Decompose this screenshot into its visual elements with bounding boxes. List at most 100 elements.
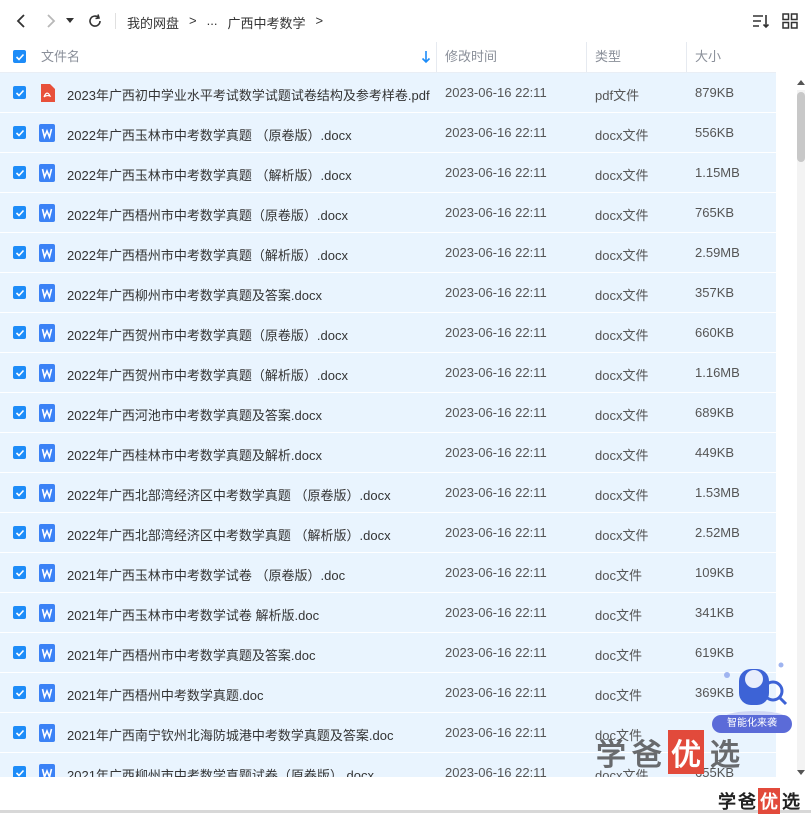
file-size: 449KB xyxy=(695,445,735,460)
word-icon xyxy=(39,404,55,422)
file-row-checkbox[interactable] xyxy=(13,526,26,539)
file-row[interactable]: 2022年广西柳州市中考数学真题及答案.docx 2023-06-16 22:11… xyxy=(0,273,776,313)
breadcrumb-item-root[interactable]: 我的网盘 xyxy=(127,13,179,32)
column-header-modified[interactable]: 修改时间 xyxy=(445,42,497,72)
sort-order-icon[interactable] xyxy=(751,11,771,31)
file-size: 357KB xyxy=(695,285,735,300)
file-row-checkbox[interactable] xyxy=(13,686,26,699)
file-row[interactable]: 2022年广西北部湾经济区中考数学真题 （原卷版）.docx 2023-06-16… xyxy=(0,473,776,513)
file-row-checkbox[interactable] xyxy=(13,406,26,419)
file-row-checkbox[interactable] xyxy=(13,286,26,299)
grid-view-icon[interactable] xyxy=(780,11,800,31)
file-row[interactable]: 2022年广西贺州市中考数学真题（解析版）.docx 2023-06-16 22:… xyxy=(0,353,776,393)
file-name: 2022年广西北部湾经济区中考数学真题 （解析版）.docx xyxy=(67,528,391,543)
file-modified-date: 2023-06-16 22:11 xyxy=(445,365,547,380)
file-row-checkbox[interactable] xyxy=(13,486,26,499)
file-type: doc文件 xyxy=(595,688,642,703)
file-type: docx文件 xyxy=(595,208,649,223)
file-row-checkbox[interactable] xyxy=(13,766,26,777)
back-icon[interactable] xyxy=(10,10,32,32)
file-modified-date: 2023-06-16 22:11 xyxy=(445,605,547,620)
file-row-checkbox[interactable] xyxy=(13,166,26,179)
word-icon xyxy=(39,164,55,182)
file-name: 2021年广西柳州市中考数学真题试卷（原卷版）.docx xyxy=(67,768,374,777)
file-row-checkbox[interactable] xyxy=(13,646,26,659)
scrollbar-thumb[interactable] xyxy=(797,92,805,162)
file-size: 2.59MB xyxy=(695,245,740,260)
file-size: 2.52MB xyxy=(695,525,740,540)
file-modified-date: 2023-06-16 22:11 xyxy=(445,565,547,580)
file-name: 2021年广西南宁钦州北海防城港中考数学真题及答案.doc xyxy=(67,728,394,743)
file-modified-date: 2023-06-16 22:11 xyxy=(445,645,547,660)
file-row-checkbox[interactable] xyxy=(13,206,26,219)
word-icon xyxy=(39,204,55,222)
file-row[interactable]: 2022年广西梧州市中考数学真题（解析版）.docx 2023-06-16 22:… xyxy=(0,233,776,273)
file-size: 341KB xyxy=(695,605,735,620)
file-row[interactable]: 2022年广西北部湾经济区中考数学真题 （解析版）.docx 2023-06-16… xyxy=(0,513,776,553)
file-row-checkbox[interactable] xyxy=(13,446,26,459)
column-divider[interactable] xyxy=(686,42,687,72)
file-row[interactable]: 2021年广西玉林市中考数学试卷 解析版.doc 2023-06-16 22:11… xyxy=(0,593,776,633)
file-row-checkbox[interactable] xyxy=(13,606,26,619)
word-icon xyxy=(39,564,55,582)
file-row[interactable]: 2022年广西玉林市中考数学真题 （解析版）.docx 2023-06-16 22… xyxy=(0,153,776,193)
file-name: 2022年广西玉林市中考数学真题 （解析版）.docx xyxy=(67,168,352,183)
file-name: 2022年广西河池市中考数学真题及答案.docx xyxy=(67,408,322,423)
file-list: 2023年广西初中学业水平考试数学试题试卷结构及参考样卷.pdf 2023-06-… xyxy=(0,73,776,777)
file-type: docx文件 xyxy=(595,328,649,343)
file-row-checkbox[interactable] xyxy=(13,566,26,579)
watermark-char-highlight: 优 xyxy=(758,788,780,814)
file-row-checkbox[interactable] xyxy=(13,366,26,379)
file-row[interactable]: 2022年广西玉林市中考数学真题 （原卷版）.docx 2023-06-16 22… xyxy=(0,113,776,153)
file-row[interactable]: 2022年广西贺州市中考数学真题（原卷版）.docx 2023-06-16 22:… xyxy=(0,313,776,353)
scrollbar-track[interactable] xyxy=(797,90,805,770)
watermark-logo-small: 学 爸 优 选 xyxy=(718,788,800,814)
file-row[interactable]: 2022年广西桂林市中考数学真题及解析.docx 2023-06-16 22:11… xyxy=(0,433,776,473)
file-row[interactable]: 2022年广西梧州市中考数学真题（原卷版）.docx 2023-06-16 22:… xyxy=(0,193,776,233)
scroll-up-arrow-icon[interactable] xyxy=(797,76,805,86)
file-row[interactable]: 2022年广西河池市中考数学真题及答案.docx 2023-06-16 22:11… xyxy=(0,393,776,433)
word-icon xyxy=(39,604,55,622)
file-size: 1.53MB xyxy=(695,485,740,500)
file-size: 689KB xyxy=(695,405,735,420)
file-name: 2022年广西贺州市中考数学真题（原卷版）.docx xyxy=(67,328,348,343)
refresh-icon[interactable] xyxy=(84,10,106,32)
file-row-checkbox[interactable] xyxy=(13,86,26,99)
word-icon xyxy=(39,444,55,462)
forward-icon[interactable] xyxy=(40,10,62,32)
column-header-size[interactable]: 大小 xyxy=(695,42,721,72)
file-name: 2022年广西梧州市中考数学真题（原卷版）.docx xyxy=(67,208,348,223)
column-header-name[interactable]: 文件名 xyxy=(41,42,80,72)
word-icon xyxy=(39,524,55,542)
scroll-down-arrow-icon[interactable] xyxy=(797,765,805,775)
file-name: 2022年广西桂林市中考数学真题及解析.docx xyxy=(67,448,322,463)
breadcrumb-ellipsis[interactable]: ... xyxy=(207,13,218,32)
file-row[interactable]: 2021年广西玉林市中考数学试卷 （原卷版）.doc 2023-06-16 22:… xyxy=(0,553,776,593)
file-type: doc文件 xyxy=(595,568,642,583)
file-size: 660KB xyxy=(695,325,735,340)
file-size: 556KB xyxy=(695,125,735,140)
sort-desc-icon[interactable] xyxy=(420,50,432,64)
file-row-checkbox[interactable] xyxy=(13,726,26,739)
file-row-checkbox[interactable] xyxy=(13,126,26,139)
file-modified-date: 2023-06-16 22:11 xyxy=(445,765,547,777)
select-all-checkbox[interactable] xyxy=(13,50,26,63)
watermark-char: 选 xyxy=(710,739,740,772)
breadcrumb: 我的网盘 > ... 广西中考数学 > xyxy=(127,13,333,32)
watermark-char-highlight: 优 xyxy=(668,730,704,774)
column-divider[interactable] xyxy=(586,42,587,72)
file-type: docx文件 xyxy=(595,448,649,463)
file-row-checkbox[interactable] xyxy=(13,246,26,259)
toolbar: 我的网盘 > ... 广西中考数学 > xyxy=(0,0,811,42)
column-divider[interactable] xyxy=(436,42,437,72)
file-name: 2022年广西柳州市中考数学真题及答案.docx xyxy=(67,288,322,303)
word-icon xyxy=(39,644,55,662)
breadcrumb-item-current[interactable]: 广西中考数学 xyxy=(227,13,305,32)
column-header-type[interactable]: 类型 xyxy=(595,42,621,72)
file-row[interactable]: 2023年广西初中学业水平考试数学试题试卷结构及参考样卷.pdf 2023-06-… xyxy=(0,73,776,113)
file-row[interactable]: 2021年广西梧州中考数学真题.doc 2023-06-16 22:11 doc文件… xyxy=(0,673,776,713)
file-row-checkbox[interactable] xyxy=(13,326,26,339)
history-dropdown-icon[interactable] xyxy=(63,10,77,32)
file-size: 765KB xyxy=(695,205,735,220)
file-row[interactable]: 2021年广西梧州市中考数学真题及答案.doc 2023-06-16 22:11 d… xyxy=(0,633,776,673)
